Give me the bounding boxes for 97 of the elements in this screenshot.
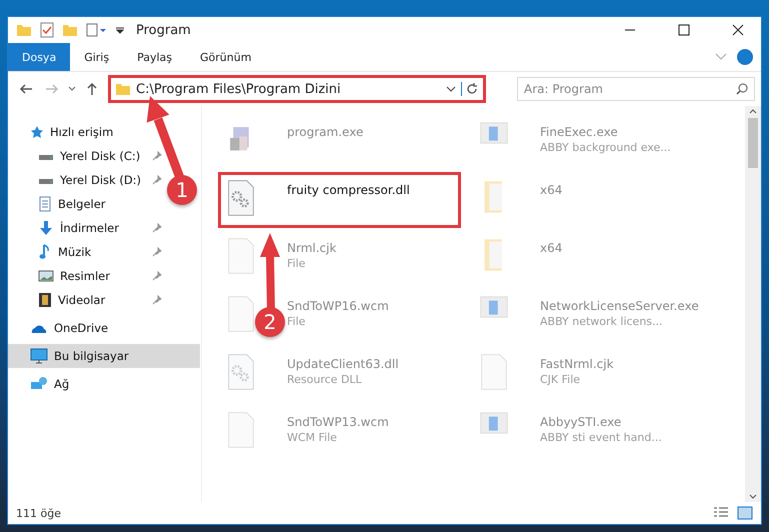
navigation-item[interactable]: Ağ [8, 372, 138, 396]
application-window-icon [480, 411, 508, 435]
new-folder-icon [62, 22, 78, 38]
file-type: ABBY network licens... [540, 315, 664, 328]
network-icon [30, 376, 48, 392]
ribbon-tab[interactable]: Dosya [8, 43, 70, 71]
file-type: Resource DLL [287, 373, 363, 386]
file-name: NetworkLicenseServer.exe [540, 299, 699, 313]
pin-icon[interactable] [152, 247, 162, 257]
folder-icon [483, 179, 505, 215]
navigation-label: Müzik [58, 245, 92, 259]
film-icon [38, 292, 52, 308]
file-name: SndToWP16.wcm [287, 299, 389, 313]
document-icon [38, 196, 52, 212]
gear-file-icon [227, 353, 255, 391]
navigation-label: Hızlı erişim [50, 125, 114, 139]
navigation-label: Ağ [54, 377, 70, 391]
close-icon [732, 24, 744, 36]
file-name: SndToWP13.wcm [287, 415, 389, 429]
monitor-icon [30, 348, 48, 364]
file-type: File [287, 315, 306, 328]
dropdown-caret-icon[interactable] [116, 26, 124, 34]
file-type: ABBY background exe... [540, 141, 671, 154]
ribbon-tab[interactable]: Giriş [70, 43, 124, 71]
file-name: FineExec.exe [540, 125, 619, 139]
navigation-item[interactable]: Bu bilgisayar [8, 344, 200, 368]
folder-icon [115, 81, 131, 97]
maximize-icon [678, 24, 690, 36]
ribbon-tab[interactable]: Paylaş [123, 43, 186, 71]
navigation-label: İndirmeler [60, 221, 120, 235]
ribbon-tab[interactable]: Görünüm [186, 43, 266, 71]
pin-icon[interactable] [152, 295, 162, 305]
up-arrow-icon [86, 82, 98, 96]
application-window-icon [480, 295, 508, 319]
navigation-label: Yerel Disk (D:) [60, 173, 142, 187]
navigation-label: OneDrive [54, 321, 110, 335]
picture-icon [38, 269, 54, 283]
navigation-item[interactable]: Yerel Disk (D:) [8, 168, 166, 192]
music-note-icon [38, 244, 52, 260]
large-icons-view-icon[interactable] [737, 506, 753, 520]
file-name: UpdateClient63.dll [287, 357, 399, 371]
download-arrow-icon [38, 220, 54, 236]
navigation-label: Yerel Disk (C:) [60, 149, 142, 163]
dropdown-caret-icon[interactable] [446, 86, 456, 92]
folder-icon [16, 22, 32, 38]
application-window-icon [480, 121, 508, 145]
forward-arrow-icon [45, 83, 59, 95]
file-name: x64 [540, 183, 562, 197]
pin-icon[interactable] [152, 271, 162, 281]
file-name: program.exe [287, 125, 364, 139]
navigation-label: Bu bilgisayar [54, 349, 130, 363]
blank-file-icon [227, 411, 255, 449]
refresh-icon[interactable] [461, 82, 479, 96]
properties-icon[interactable] [86, 23, 108, 37]
highlighted-file-item[interactable]: fruity compressor.dll [218, 172, 461, 228]
file-name: FastNrml.cjk [540, 357, 614, 371]
search-field[interactable]: Ara: Program [517, 77, 755, 101]
pin-icon[interactable] [152, 175, 162, 185]
navigation-item[interactable]: İndirmeler [8, 216, 166, 240]
star-icon [30, 125, 44, 139]
item-count: 111 öğe [16, 506, 61, 520]
navigation-item[interactable]: Hızlı erişim [8, 120, 138, 144]
navigation-label: Belgeler [58, 197, 107, 211]
recent-locations-icon[interactable] [68, 86, 76, 92]
address-bar[interactable]: C:\Program Files\Program Dizini [108, 75, 486, 103]
navigation-item[interactable]: Yerel Disk (C:) [8, 144, 166, 168]
navigation-item[interactable]: Müzik [8, 240, 166, 264]
blank-file-icon [227, 295, 255, 333]
expand-ribbon-icon[interactable] [715, 53, 727, 61]
navigation-item[interactable]: Resimler [8, 264, 166, 288]
blank-file-icon [227, 237, 255, 275]
navigation-item[interactable]: Belgeler [8, 192, 166, 216]
scroll-thumb[interactable] [748, 118, 758, 168]
pin-icon[interactable] [152, 151, 162, 161]
window-title: Program [136, 22, 191, 38]
file-name: x64 [540, 241, 562, 255]
file-name: AbbyySTI.exe [540, 415, 622, 429]
search-icon[interactable] [736, 83, 748, 95]
help-icon[interactable] [737, 49, 753, 65]
address-path: C:\Program Files\Program Dizini [136, 82, 342, 96]
file-name: fruity compressor.dll [287, 183, 410, 197]
navigation-label: Videolar [58, 293, 106, 307]
file-type: CJK File [540, 373, 582, 386]
pin-icon[interactable] [152, 223, 162, 233]
file-type: File [287, 257, 306, 270]
scrollbar[interactable] [745, 106, 761, 502]
file-type: ABBY sti event hand... [540, 431, 662, 444]
folder-icon [483, 237, 505, 273]
navigation-label: Resimler [60, 269, 111, 283]
blank-file-icon [480, 353, 508, 391]
navigation-item[interactable]: Videolar [8, 288, 166, 312]
navigation-item[interactable]: OneDrive [8, 316, 138, 340]
back-arrow-icon [19, 83, 33, 95]
file-name: Nrml.cjk [287, 241, 336, 255]
gear-file-icon [227, 179, 255, 217]
file-type: WCM File [287, 431, 338, 444]
checklist-icon[interactable] [40, 22, 54, 38]
